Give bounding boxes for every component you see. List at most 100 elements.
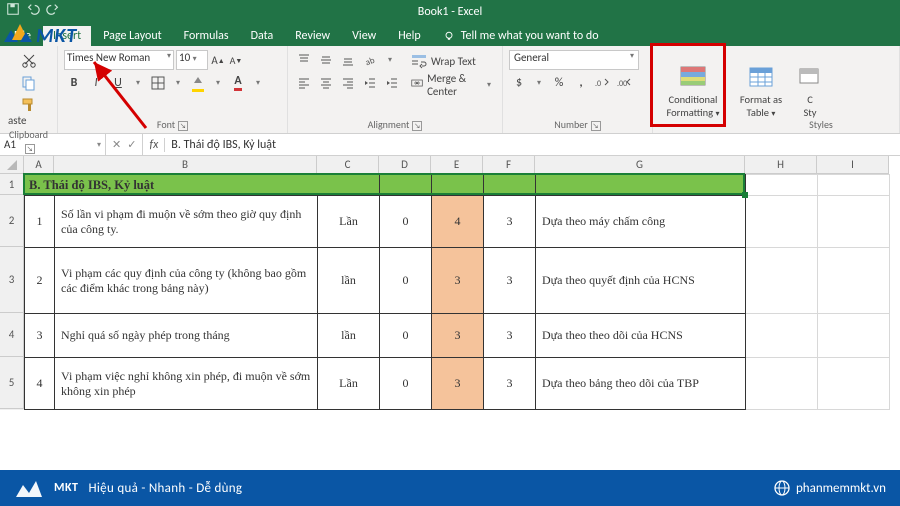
- decrease-decimal-icon[interactable]: .00: [615, 73, 635, 93]
- tab-help[interactable]: Help: [388, 26, 431, 46]
- increase-decimal-icon[interactable]: .0: [593, 73, 613, 93]
- fill-color-dropdown-icon[interactable]: ▾: [210, 73, 226, 93]
- cell[interactable]: [746, 196, 818, 248]
- percent-format-icon[interactable]: %: [549, 73, 569, 93]
- cell[interactable]: [746, 248, 818, 314]
- row-header[interactable]: 4: [0, 313, 24, 357]
- cell[interactable]: Số lần vi phạm đi muộn về sớm theo giờ q…: [55, 196, 318, 248]
- orientation-dropdown-icon[interactable]: ▾: [382, 50, 398, 70]
- accounting-format-icon[interactable]: $: [509, 73, 529, 93]
- font-size-select[interactable]: 10 ▾: [176, 50, 208, 70]
- table-row[interactable]: 1 Số lần vi phạm đi muộn về sớm theo giờ…: [25, 196, 890, 248]
- name-box[interactable]: A1 ▾: [0, 134, 106, 155]
- align-left-icon[interactable]: [294, 73, 314, 93]
- cell[interactable]: 1: [25, 196, 55, 248]
- number-format-select[interactable]: General▾: [509, 50, 639, 70]
- row-header[interactable]: 3: [0, 247, 24, 313]
- table-row[interactable]: B. Thái độ IBS, Kỷ luật: [25, 175, 890, 196]
- bold-button[interactable]: B: [64, 73, 84, 93]
- col-header[interactable]: E: [431, 156, 483, 174]
- merge-center-button[interactable]: Merge & Center▾: [406, 74, 496, 96]
- decrease-indent-icon[interactable]: [360, 73, 380, 93]
- cell[interactable]: 0: [380, 248, 432, 314]
- cell[interactable]: Nghỉ quá số ngày phép trong tháng: [55, 314, 318, 358]
- cell[interactable]: 3: [432, 358, 484, 410]
- underline-dropdown-icon[interactable]: ▾: [130, 73, 146, 93]
- col-header[interactable]: I: [817, 156, 889, 174]
- cell[interactable]: Vi phạm các quy định của công ty (không …: [55, 248, 318, 314]
- cell[interactable]: [318, 175, 380, 196]
- cell[interactable]: [818, 314, 890, 358]
- redo-icon[interactable]: [46, 2, 60, 16]
- font-color-dropdown-icon[interactable]: ▾: [250, 73, 266, 93]
- name-box-dropdown-icon[interactable]: ▾: [97, 140, 101, 150]
- cell[interactable]: 3: [484, 314, 536, 358]
- selection-handle[interactable]: [742, 192, 748, 198]
- table-row[interactable]: 2 Vi phạm các quy định của công ty (khôn…: [25, 248, 890, 314]
- save-icon[interactable]: [6, 2, 20, 16]
- align-middle-icon[interactable]: [316, 50, 336, 70]
- row-header[interactable]: 1: [0, 174, 24, 195]
- cell[interactable]: 2: [25, 248, 55, 314]
- cell[interactable]: [484, 175, 536, 196]
- col-header[interactable]: G: [535, 156, 745, 174]
- cell[interactable]: Dựa theo theo dõi của HCNS: [536, 314, 746, 358]
- wrap-text-button[interactable]: Wrap Text: [406, 50, 496, 72]
- cell[interactable]: 4: [25, 358, 55, 410]
- cell[interactable]: [536, 175, 746, 196]
- col-header[interactable]: H: [745, 156, 817, 174]
- number-dialog-launcher-icon[interactable]: ↘: [591, 121, 601, 131]
- cell[interactable]: 3: [25, 314, 55, 358]
- enter-icon[interactable]: ✓: [127, 138, 136, 151]
- merge-dropdown-icon[interactable]: ▾: [487, 80, 491, 90]
- cell[interactable]: [746, 314, 818, 358]
- cell[interactable]: 0: [380, 196, 432, 248]
- row-header[interactable]: 5: [0, 357, 24, 409]
- cell[interactable]: B. Thái độ IBS, Kỷ luật: [25, 175, 318, 196]
- format-painter-icon[interactable]: [20, 96, 38, 114]
- cell[interactable]: 0: [380, 314, 432, 358]
- table-row[interactable]: 3 Nghỉ quá số ngày phép trong tháng lần …: [25, 314, 890, 358]
- increase-indent-icon[interactable]: [382, 73, 402, 93]
- cell[interactable]: 3: [432, 248, 484, 314]
- tab-review[interactable]: Review: [285, 26, 340, 46]
- fill-color-icon[interactable]: [188, 73, 208, 93]
- cell[interactable]: [432, 175, 484, 196]
- borders-icon[interactable]: [148, 73, 168, 93]
- tab-view[interactable]: View: [342, 26, 386, 46]
- font-dialog-launcher-icon[interactable]: ↘: [178, 121, 188, 131]
- cancel-icon[interactable]: ✕: [112, 138, 121, 151]
- accounting-dropdown-icon[interactable]: ▾: [531, 73, 547, 93]
- cut-icon[interactable]: [20, 52, 38, 70]
- col-header[interactable]: C: [317, 156, 379, 174]
- align-bottom-icon[interactable]: [338, 50, 358, 70]
- cell[interactable]: Lần: [318, 196, 380, 248]
- cells[interactable]: B. Thái độ IBS, Kỷ luật 1 Số lần vi phạm…: [24, 174, 890, 410]
- increase-font-icon[interactable]: A▲: [210, 50, 226, 70]
- col-header[interactable]: F: [483, 156, 535, 174]
- underline-button[interactable]: U: [108, 73, 128, 93]
- cell[interactable]: [818, 358, 890, 410]
- undo-icon[interactable]: [26, 2, 40, 16]
- cell[interactable]: 3: [484, 358, 536, 410]
- cell[interactable]: Vi phạm việc nghỉ không xin phép, đi muộ…: [55, 358, 318, 410]
- col-header[interactable]: A: [24, 156, 54, 174]
- align-center-icon[interactable]: [316, 73, 336, 93]
- font-name-select[interactable]: Times New Roman ▾: [64, 50, 174, 70]
- borders-dropdown-icon[interactable]: ▾: [170, 73, 186, 93]
- decrease-font-icon[interactable]: A▼: [228, 50, 244, 70]
- italic-button[interactable]: I: [86, 73, 106, 93]
- cell[interactable]: 0: [380, 358, 432, 410]
- tell-me[interactable]: Tell me what you want to do: [433, 26, 609, 46]
- copy-icon[interactable]: [20, 74, 38, 92]
- col-header[interactable]: B: [54, 156, 317, 174]
- comma-format-icon[interactable]: ,: [571, 73, 591, 93]
- select-all-corner[interactable]: [0, 156, 24, 174]
- cell[interactable]: [746, 175, 818, 196]
- row-header[interactable]: 2: [0, 195, 24, 247]
- align-top-icon[interactable]: [294, 50, 314, 70]
- cell[interactable]: Dựa theo máy chấm công: [536, 196, 746, 248]
- fx-icon[interactable]: fx: [149, 138, 165, 152]
- align-right-icon[interactable]: [338, 73, 358, 93]
- font-color-icon[interactable]: A: [228, 73, 248, 93]
